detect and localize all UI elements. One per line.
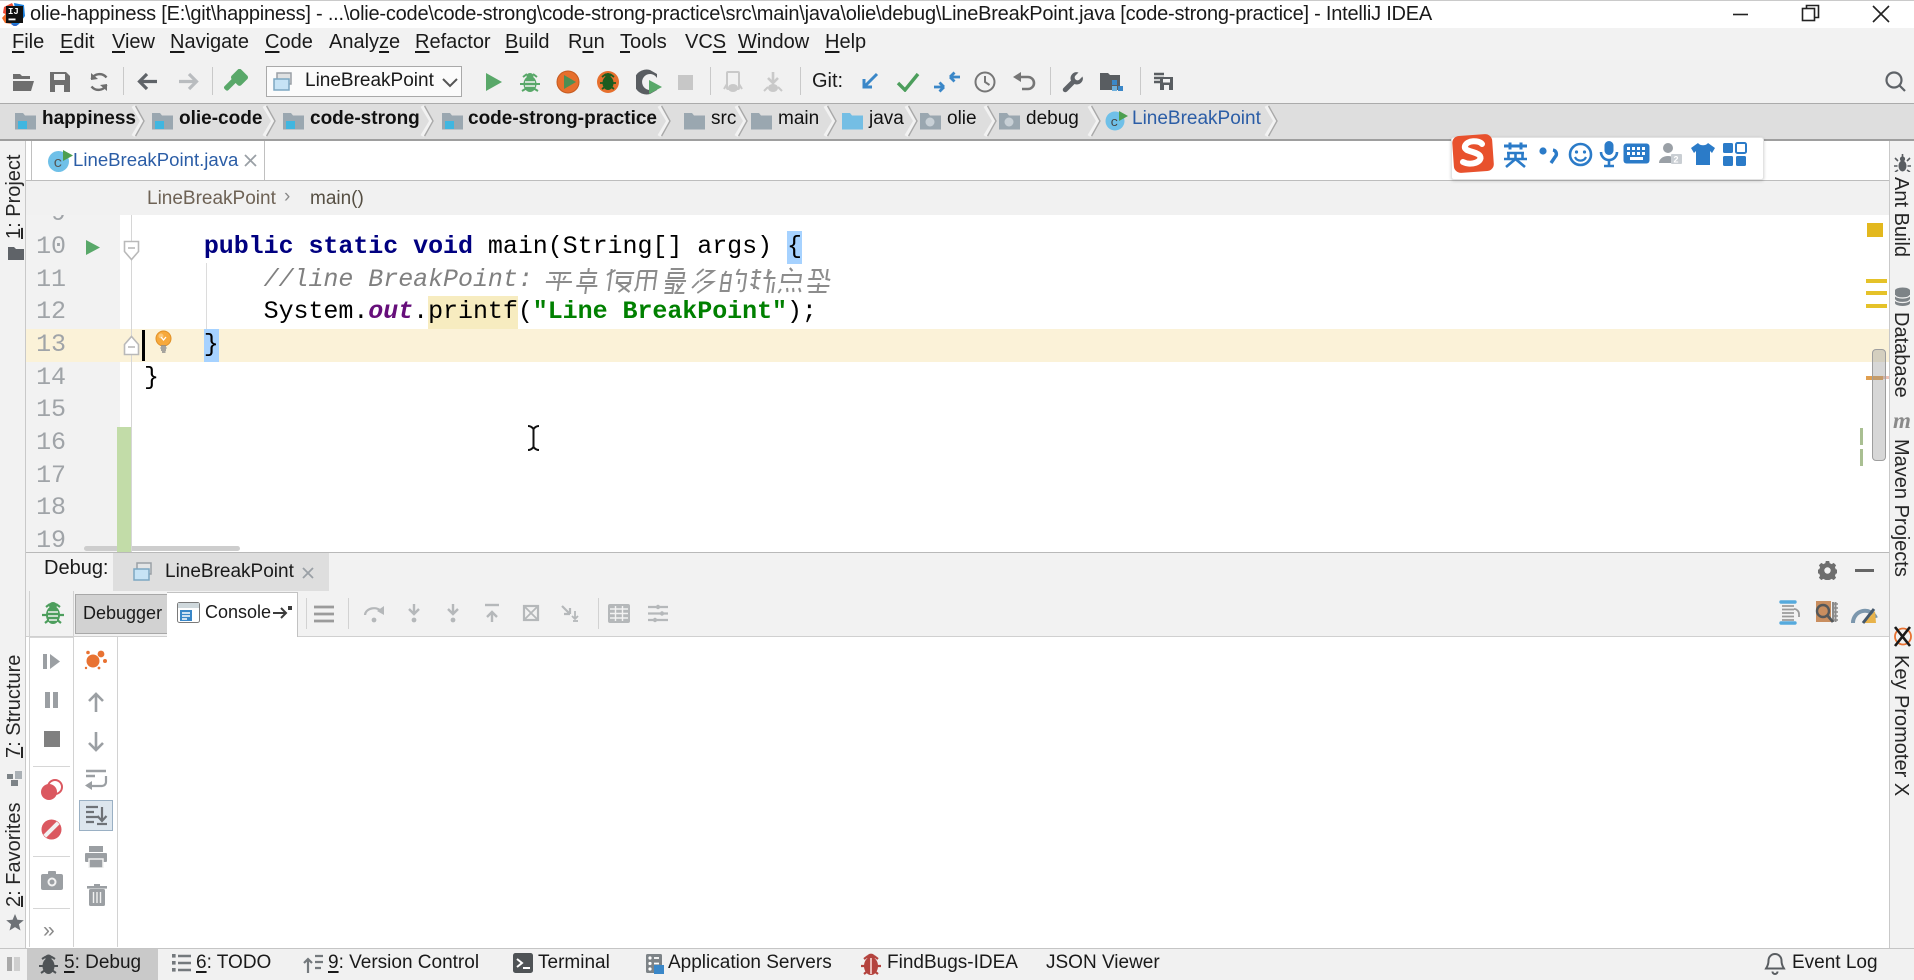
svg-text:2: 2 [1674, 155, 1679, 165]
svg-text:c: c [54, 155, 63, 172]
svg-text:c: c [1111, 115, 1119, 130]
svg-text:IJ: IJ [8, 7, 19, 17]
